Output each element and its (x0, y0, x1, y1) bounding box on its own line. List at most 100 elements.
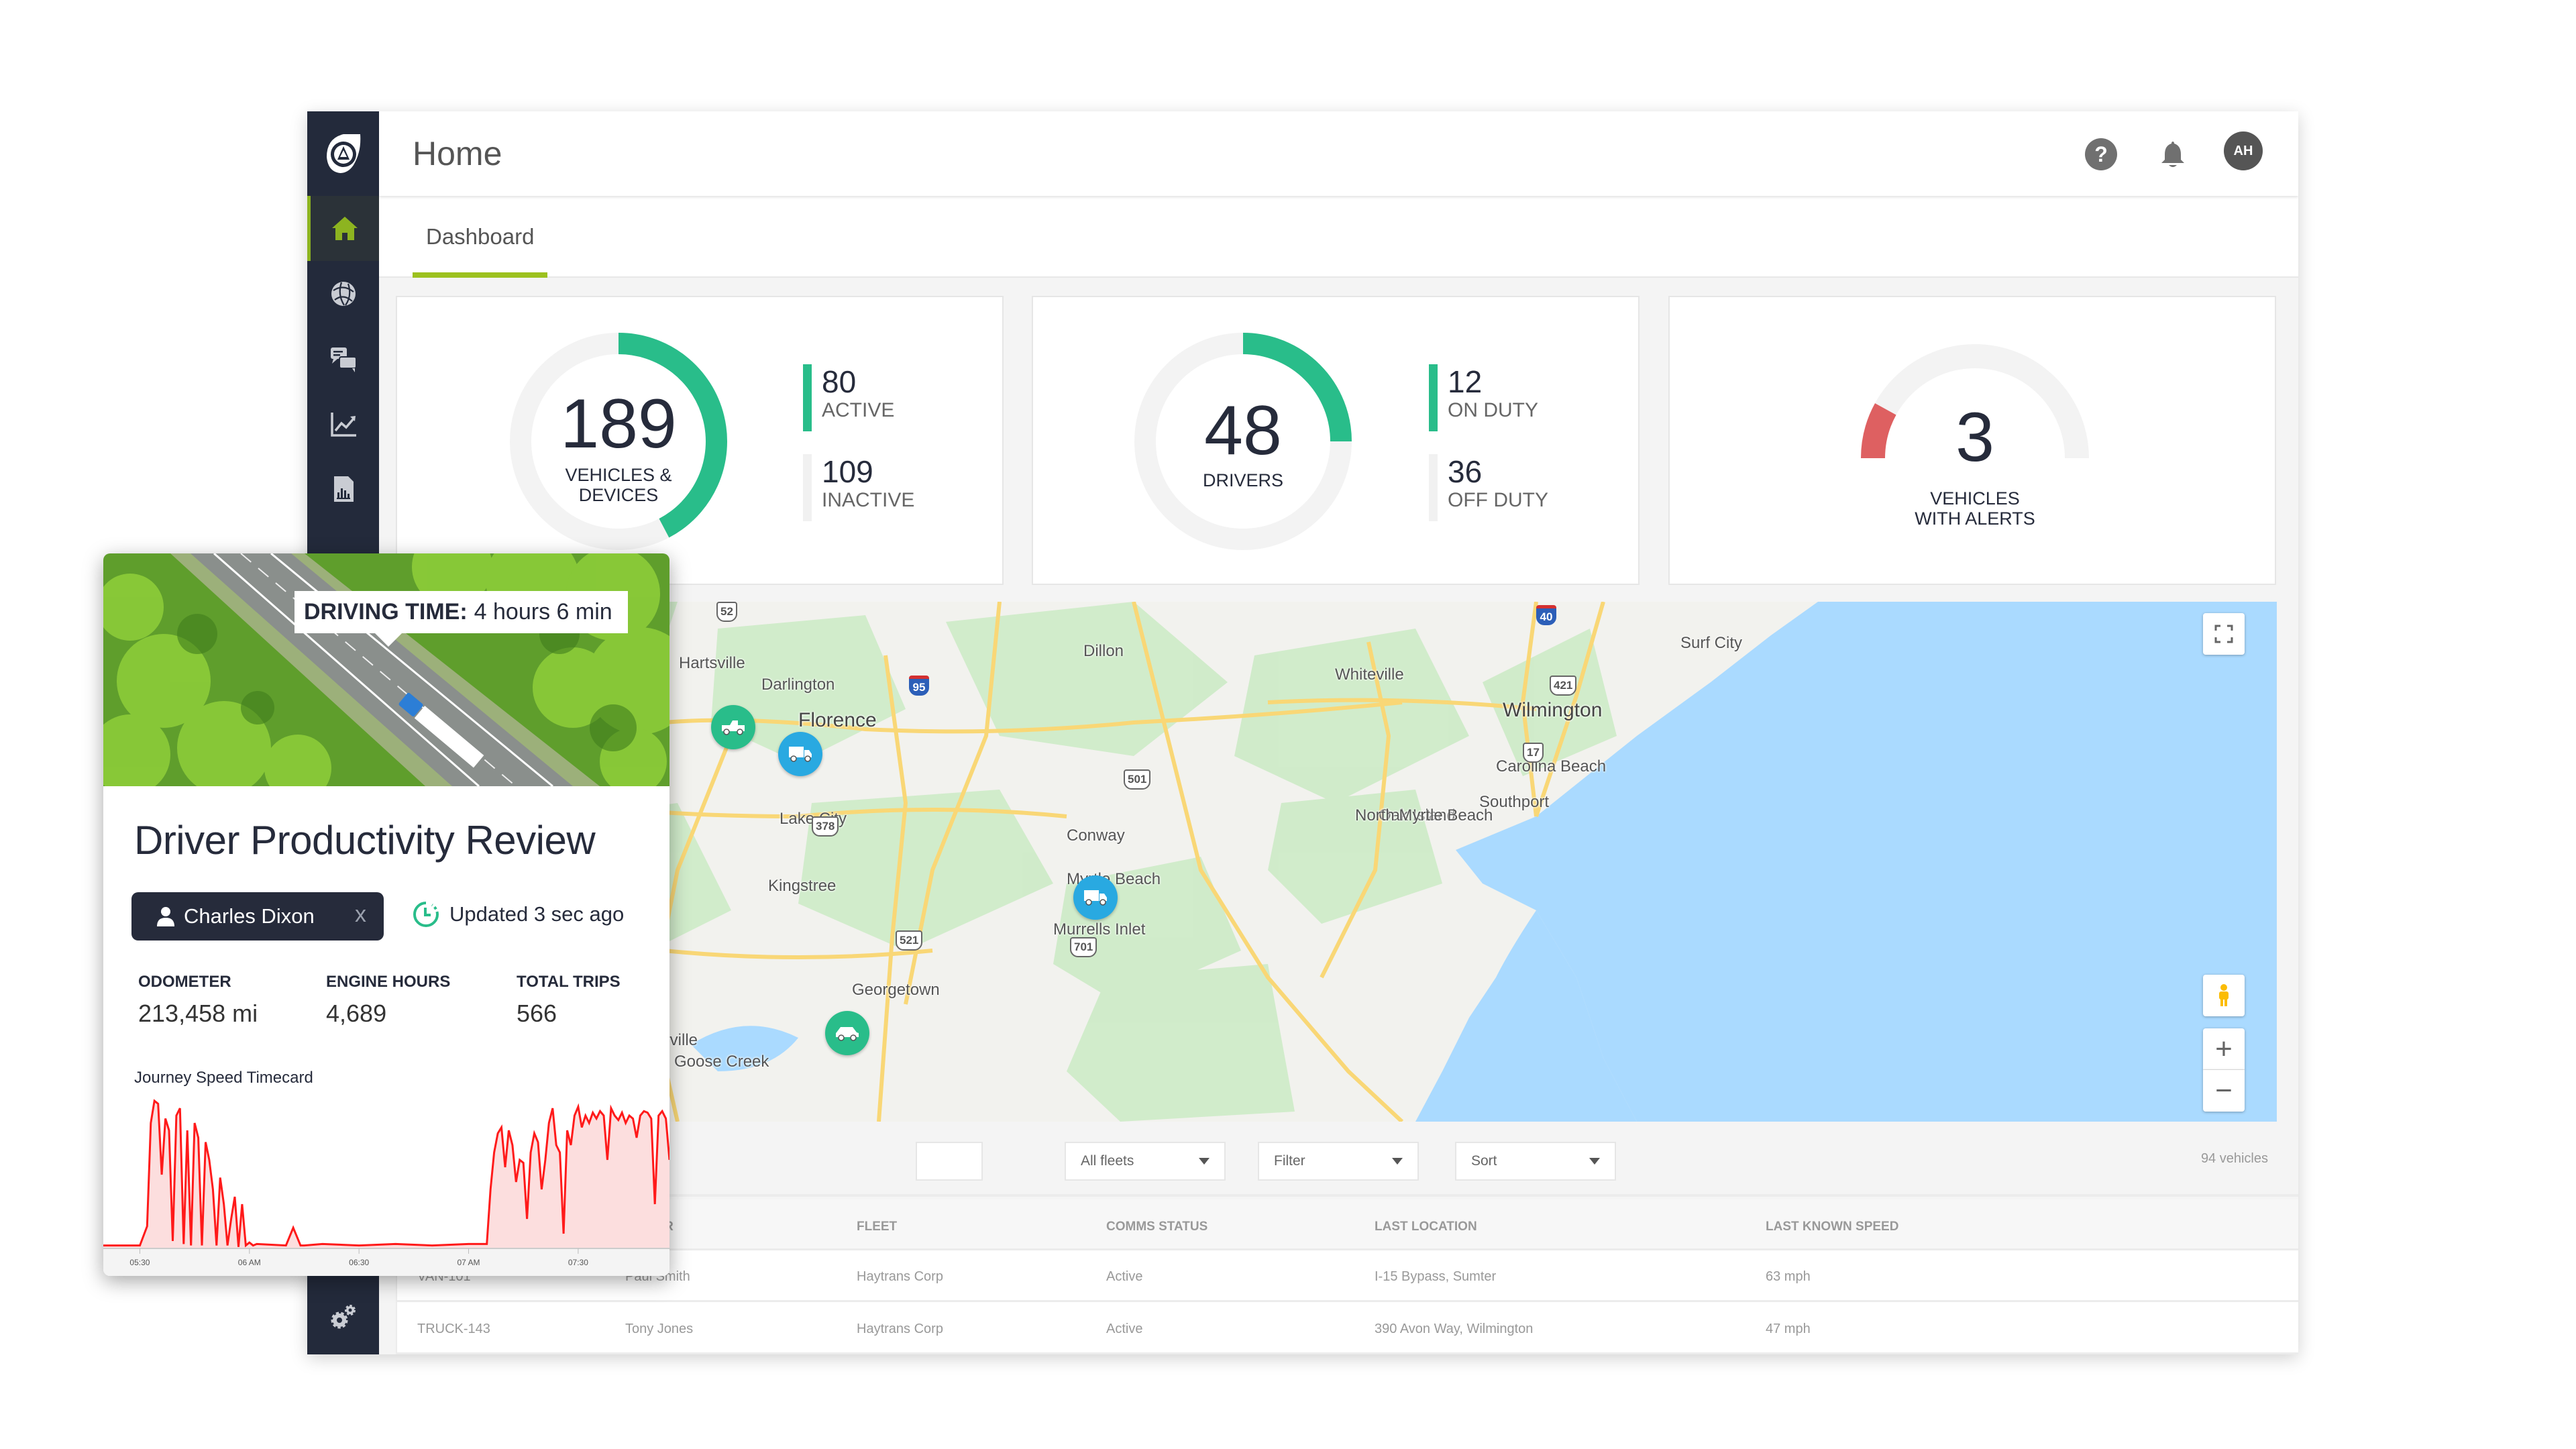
vehicle-marker-car[interactable] (825, 1011, 869, 1055)
highway-aerial-photo: DRIVING TIME: 4 hours 6 min (103, 553, 669, 786)
truck-icon (789, 747, 812, 762)
inactive-value: 109 (822, 454, 873, 489)
cell-fleet: Haytrans Corp (857, 1269, 943, 1284)
cell-vehicle: TRUCK-143 (417, 1322, 490, 1336)
sidebar-item-globe[interactable] (307, 261, 379, 326)
map-city-label: Kingstree (768, 877, 837, 895)
chat-bubbles-icon (330, 347, 357, 372)
x-tick-label: 05:30 (129, 1258, 150, 1267)
column-header-fleet[interactable]: FLEET (857, 1220, 897, 1234)
driver-chip[interactable]: Charles Dixon x (131, 892, 384, 941)
map-city-label: Carolina Beach (1496, 757, 1607, 775)
off-duty-bar (1429, 454, 1438, 521)
sidebar-item-messages[interactable] (307, 326, 379, 391)
search-input[interactable] (916, 1142, 983, 1181)
table-row[interactable]: VAN-101 Paul Smith Haytrans Corp Active … (397, 1250, 2298, 1302)
metric-label: ENGINE HOURS (326, 973, 451, 991)
filter-select-value: Filter (1274, 1153, 1305, 1169)
user-avatar[interactable]: AH (2224, 131, 2263, 170)
vehicle-marker-truck[interactable] (778, 732, 822, 776)
page-title: Home (413, 135, 502, 172)
sidebar-item-trends[interactable] (307, 391, 379, 456)
alerts-total: 3 (1955, 398, 1994, 476)
inactive-bar (803, 454, 812, 521)
drivers-summary-card[interactable]: 48 DRIVERS 12 ON DUTY 36 OFF DUTY (1032, 296, 1640, 585)
refresh-clock-icon (413, 902, 439, 927)
street-view-button[interactable] (2203, 975, 2245, 1016)
fleet-map[interactable]: HartsvilleDarlingtonDillonCamdenFlorence… (396, 602, 2277, 1122)
alerts-label: VEHICLES WITH ALERTS (1861, 488, 2089, 529)
map-city-label: Wilmington (1503, 699, 1603, 721)
column-header-comms-status[interactable]: COMMS STATUS (1106, 1220, 1208, 1234)
highway-shield: 701 (1070, 937, 1097, 957)
vehicle-marker-pickup[interactable] (711, 705, 755, 749)
brand-logo-icon[interactable] (307, 111, 379, 196)
vehicle-table: VEHICLE DRIVER FLEET COMMS STATUS LAST L… (396, 1199, 2298, 1354)
fullscreen-icon (2214, 625, 2233, 643)
column-header-last-known-speed[interactable]: LAST KNOWN SPEED (1766, 1220, 1898, 1234)
cell-speed: 47 mph (1766, 1322, 1811, 1336)
vehicles-label: VEHICLES & DEVICES (508, 465, 729, 505)
metric-value: 213,458 mi (138, 1000, 258, 1027)
car-icon (836, 1027, 859, 1041)
sidebar-item-reports[interactable] (307, 456, 379, 521)
chart-title: Journey Speed Timecard (134, 1069, 313, 1087)
on-duty-label: ON DUTY (1448, 399, 1538, 421)
person-icon (157, 907, 174, 926)
highway-shield: 40 (1536, 605, 1556, 625)
cell-speed: 63 mph (1766, 1269, 1811, 1284)
highway-shield: 501 (1124, 769, 1151, 790)
on-duty-bar (1429, 364, 1438, 431)
map-city-label: Whiteville (1335, 665, 1404, 684)
off-duty-value: 36 (1448, 454, 1483, 489)
sort-select[interactable]: Sort (1455, 1142, 1616, 1181)
active-value: 80 (822, 364, 857, 399)
vehicles-total: 189 (560, 385, 677, 463)
alerts-label-line1: VEHICLES (1930, 488, 2020, 508)
cell-location: I-15 Bypass, Sumter (1375, 1269, 1497, 1284)
fleet-select[interactable]: All fleets (1065, 1142, 1226, 1181)
metric-label: ODOMETER (138, 973, 231, 991)
bell-icon[interactable] (2157, 138, 2189, 170)
highway-shield: 52 (716, 602, 737, 622)
driver-name: Charles Dixon (184, 904, 315, 928)
updated-text: Updated 3 sec ago (449, 902, 625, 926)
map-city-label: Georgetown (852, 981, 940, 999)
driving-time-value: 4 hours 6 min (474, 599, 612, 625)
tab-dashboard[interactable]: Dashboard (413, 196, 548, 278)
off-duty-label: OFF DUTY (1448, 489, 1548, 511)
cell-status: Active (1106, 1269, 1143, 1284)
vehicles-summary-card[interactable]: 189 VEHICLES & DEVICES 80 ACTIVE 109 INA… (396, 296, 1004, 585)
sidebar-item-settings[interactable] (307, 1284, 379, 1349)
map-city-label: Murrells Inlet (1053, 920, 1146, 938)
map-city-label: North Myrtle Beach (1355, 806, 1493, 824)
vehicle-marker-truck[interactable] (1073, 875, 1118, 920)
journey-speed-chart: 05:30 06 AM 06:30 07 AM 07:30 (103, 1095, 669, 1276)
column-header-last-location[interactable]: LAST LOCATION (1375, 1220, 1477, 1234)
report-file-icon (333, 476, 354, 502)
active-stat: 80 ACTIVE (803, 364, 894, 431)
close-icon[interactable]: x (355, 902, 366, 928)
highway-shield: 521 (896, 930, 923, 951)
zoom-out-button[interactable]: − (2203, 1070, 2245, 1112)
chevron-down-icon (1392, 1158, 1403, 1165)
metric-value: 4,689 (326, 1000, 387, 1027)
metric-total-trips: TOTAL TRIPS 566 (517, 973, 621, 1028)
drivers-label: DRIVERS (1202, 470, 1284, 490)
map-city-label: Darlington (761, 676, 835, 694)
highway-shield: 95 (909, 676, 929, 696)
vehicles-label-line2: DEVICES (578, 485, 659, 505)
filter-select[interactable]: Filter (1258, 1142, 1419, 1181)
alerts-summary-card[interactable]: 3 VEHICLES WITH ALERTS (1668, 296, 2276, 585)
x-tick-label: 06:30 (349, 1258, 369, 1267)
alerts-label-line2: WITH ALERTS (1915, 508, 2035, 529)
fullscreen-button[interactable] (2203, 613, 2245, 655)
zoom-in-button[interactable]: + (2203, 1028, 2245, 1070)
fleet-select-value: All fleets (1081, 1153, 1134, 1169)
inactive-stat: 109 INACTIVE (803, 454, 914, 521)
help-circle-icon[interactable]: ? (2085, 138, 2117, 170)
table-row[interactable]: TRUCK-143 Tony Jones Haytrans Corp Activ… (397, 1303, 2298, 1354)
drivers-total: 48 (1204, 392, 1282, 470)
globe-icon (331, 281, 356, 306)
sidebar-item-home[interactable] (307, 196, 379, 261)
